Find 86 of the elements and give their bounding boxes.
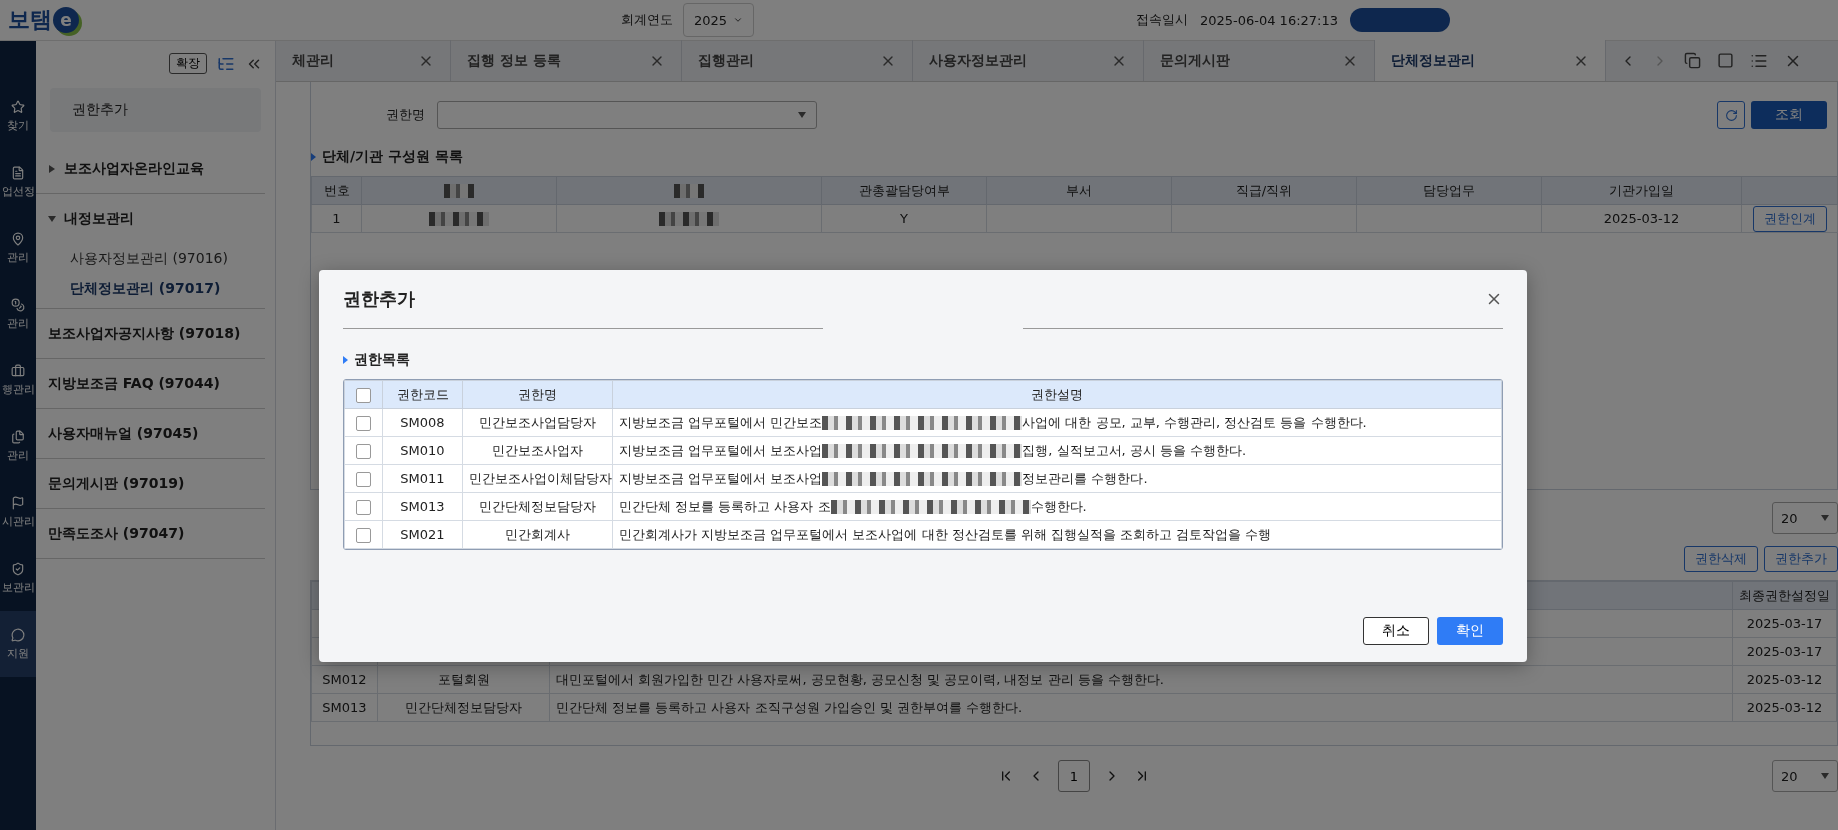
table-cell: 포털회원 bbox=[377, 665, 550, 694]
description-text: 민간단체 정보를 등록하고 사용자 조 bbox=[619, 498, 831, 514]
description-text: 지방보조금 업무포털에서 민간보조 bbox=[619, 414, 823, 430]
description-text: 지방보조금 업무포털에서 보조사업 bbox=[619, 442, 823, 458]
menu-item[interactable]: 사용자정보관리 (97016) bbox=[48, 244, 253, 274]
fiscal-year-select[interactable]: 2025 bbox=[682, 3, 754, 37]
table-cell: 2025-03-17 bbox=[1732, 609, 1837, 638]
table-cell: 2025-03-12 bbox=[1732, 665, 1837, 694]
confirm-button[interactable]: 확인 bbox=[1437, 617, 1503, 645]
logo[interactable]: 보탬 e bbox=[8, 5, 79, 35]
table-cell: 민간단체정보담당자 bbox=[377, 693, 550, 722]
table-cell: 민간보조사업자 bbox=[462, 436, 613, 465]
column-header: 권한명 bbox=[462, 380, 613, 409]
column-header: 권한설명 bbox=[612, 380, 1502, 409]
table-cell: 2025-03-12 bbox=[1732, 693, 1837, 722]
tab[interactable]: 집행관리 bbox=[682, 40, 913, 81]
rail-item[interactable]: 보관리 bbox=[0, 545, 36, 611]
menu-item[interactable]: 문의게시판 (97019) bbox=[36, 459, 265, 509]
table-cell: SM010 bbox=[382, 436, 463, 465]
section-title: 단체/기관 구성원 목록 bbox=[322, 148, 463, 166]
table-cell: SM013 bbox=[311, 693, 378, 722]
login-time: 2025-06-04 16:27:13 bbox=[1199, 12, 1338, 28]
table-cell: 1 bbox=[311, 204, 362, 233]
tab[interactable]: 체관리 bbox=[276, 40, 451, 81]
column-header: 관총괄담당여부 bbox=[821, 176, 987, 205]
menu-item[interactable]: 지방보조금 FAQ (97044) bbox=[36, 359, 265, 409]
cancel-button[interactable]: 취소 bbox=[1363, 617, 1429, 645]
table-cell: 민간단체정보담당자 bbox=[462, 492, 613, 521]
column-header: 최종권한설정일 bbox=[1732, 581, 1837, 610]
description-text: 민간회계사가 지방보조금 업무포털에서 보조사업에 대한 정산검토를 위해 집행실적을 조회하고 검토작업을 수행 bbox=[619, 526, 1272, 542]
menu-group[interactable]: 보조사업자온라인교육 bbox=[36, 144, 265, 194]
table-cell: Y bbox=[821, 204, 987, 233]
menu-search-field[interactable]: 권한추가 bbox=[50, 88, 261, 132]
dialog-title: 권한추가 bbox=[343, 287, 415, 311]
rail-item[interactable]: 업선정 bbox=[0, 149, 36, 215]
description-text: 지방보조금 업무포털에서 보조사업 bbox=[619, 470, 823, 486]
menu-item[interactable]: 보조사업자공지사항 (97018) bbox=[36, 309, 265, 359]
table-cell: SM012 bbox=[311, 665, 378, 694]
rail-item[interactable]: 지원 bbox=[0, 611, 36, 677]
table-cell: SM008 bbox=[382, 408, 463, 437]
menu-group[interactable]: 내정보관리 bbox=[36, 194, 265, 244]
fiscal-year-label: 회계연도 bbox=[620, 11, 673, 29]
column-header: 부서 bbox=[986, 176, 1172, 205]
column-header: 직급/직위 bbox=[1171, 176, 1357, 205]
column-header: 번호 bbox=[311, 176, 362, 205]
field-label: 권한명 bbox=[385, 106, 426, 124]
table-cell: 대민포털에서 회원가입한 민간 사용자로써, 공모현황, 공모신청 및 공모이력, 내정보 관리 등을 수행한다. bbox=[549, 665, 1733, 694]
role-button[interactable]: 권한삭제 bbox=[1684, 546, 1758, 572]
table-cell: 민간보조사업담당자 bbox=[462, 408, 613, 437]
page-button[interactable]: 1 bbox=[1058, 760, 1090, 792]
column-header: 기관가입일 bbox=[1541, 176, 1742, 205]
rail-item[interactable]: 찾기 bbox=[0, 83, 36, 149]
search-button[interactable]: 조회 bbox=[1751, 101, 1827, 129]
description-text: 수행한다. bbox=[1030, 498, 1087, 514]
role-button[interactable]: 권한추가 bbox=[1764, 546, 1838, 572]
tab[interactable]: 단체정보관리 bbox=[1375, 40, 1606, 81]
description-text: 집행, 실적보고서, 공시 등을 수행한다. bbox=[1022, 442, 1247, 458]
search-input[interactable]: 권한추가 bbox=[70, 101, 248, 119]
table-cell: 민간단체 정보를 등록하고 사용자 조직구성원 가입승인 및 권한부여를 수행한다. bbox=[549, 693, 1733, 722]
tab[interactable]: 집행 정보 등록 bbox=[451, 40, 682, 81]
rail-item[interactable]: 관리 bbox=[0, 281, 36, 347]
table-cell: SM021 bbox=[382, 520, 463, 549]
table-cell: 민간회계사 bbox=[462, 520, 613, 549]
description-text: 정보관리를 수행한다. bbox=[1022, 470, 1148, 486]
column-header: 담당업무 bbox=[1356, 176, 1542, 205]
description-text: 사업에 대한 공모, 교부, 수행관리, 정산검토 등을 수행한다. bbox=[1022, 414, 1367, 430]
menu-item[interactable]: 사용자매뉴얼 (97045) bbox=[36, 409, 265, 459]
menu-item[interactable]: 단체정보관리 (97017) bbox=[48, 274, 253, 304]
table-cell: SM013 bbox=[382, 492, 463, 521]
menu-item[interactable]: 만족도조사 (97047) bbox=[36, 509, 265, 559]
login-time-label: 접속일시 bbox=[1135, 11, 1188, 29]
transfer-button[interactable]: 권한인계 bbox=[1752, 205, 1827, 232]
rail-item[interactable]: 관리 bbox=[0, 413, 36, 479]
tab[interactable]: 사용자정보관리 bbox=[913, 40, 1144, 81]
rail-item[interactable]: 행관리 bbox=[0, 347, 36, 413]
table-cell: 2025-03-12 bbox=[1541, 204, 1742, 233]
section-title: 권한목록 bbox=[354, 351, 410, 369]
page-size-select[interactable]: 20 bbox=[1772, 502, 1838, 534]
table-cell: 민간보조사업이체담당자 bbox=[462, 464, 613, 493]
rail-item[interactable]: 시관리 bbox=[0, 479, 36, 545]
column-header: 권한코드 bbox=[382, 380, 463, 409]
expand-button[interactable]: 확장 bbox=[169, 53, 207, 74]
table-cell: SM011 bbox=[382, 464, 463, 493]
page-size-select[interactable]: 20 bbox=[1772, 760, 1838, 792]
rail-item[interactable]: 관리 bbox=[0, 215, 36, 281]
table-cell: 2025-03-17 bbox=[1732, 637, 1837, 666]
